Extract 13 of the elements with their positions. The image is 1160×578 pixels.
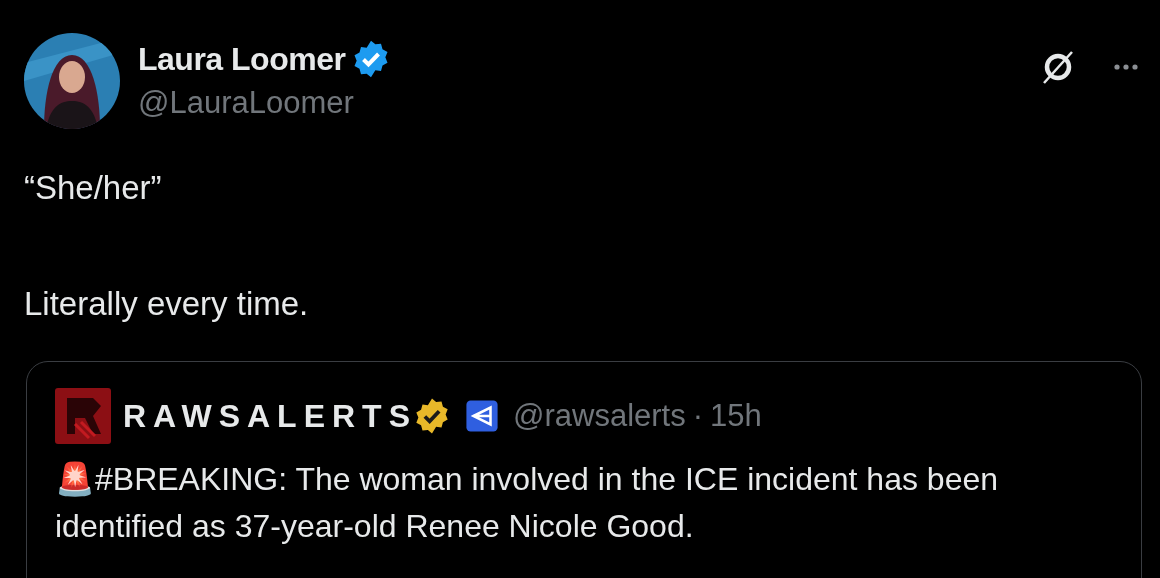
post-text: Literally every time. xyxy=(24,285,310,323)
post-time[interactable]: 15h xyxy=(710,398,762,434)
affiliate-badge-icon xyxy=(465,399,499,433)
quoted-post-card[interactable]: RAWSALERTS @rawsalerts · 15h 🚨#BREAKING: The woman involved in the ICE incident has been identified as 37-year-old Renee Nicole Good. xyxy=(26,361,1142,578)
separator-dot: · xyxy=(692,398,704,434)
logo-icon[interactable] xyxy=(55,388,111,444)
author-handle[interactable]: @LauraLoomer xyxy=(138,85,392,121)
more-options-icon[interactable] xyxy=(1114,64,1138,70)
author-name[interactable]: Laura Loomer xyxy=(138,40,346,78)
quoted-author-handle[interactable]: @rawsalerts xyxy=(513,398,686,434)
post-text: “She/her” xyxy=(24,169,163,207)
quoted-author-name[interactable]: RAWSALERTS xyxy=(123,397,417,435)
quoted-post-text: 🚨#BREAKING: The woman involved in the ICE incident has been identified as 37-year-old Renee Nicole Good. xyxy=(55,460,999,546)
